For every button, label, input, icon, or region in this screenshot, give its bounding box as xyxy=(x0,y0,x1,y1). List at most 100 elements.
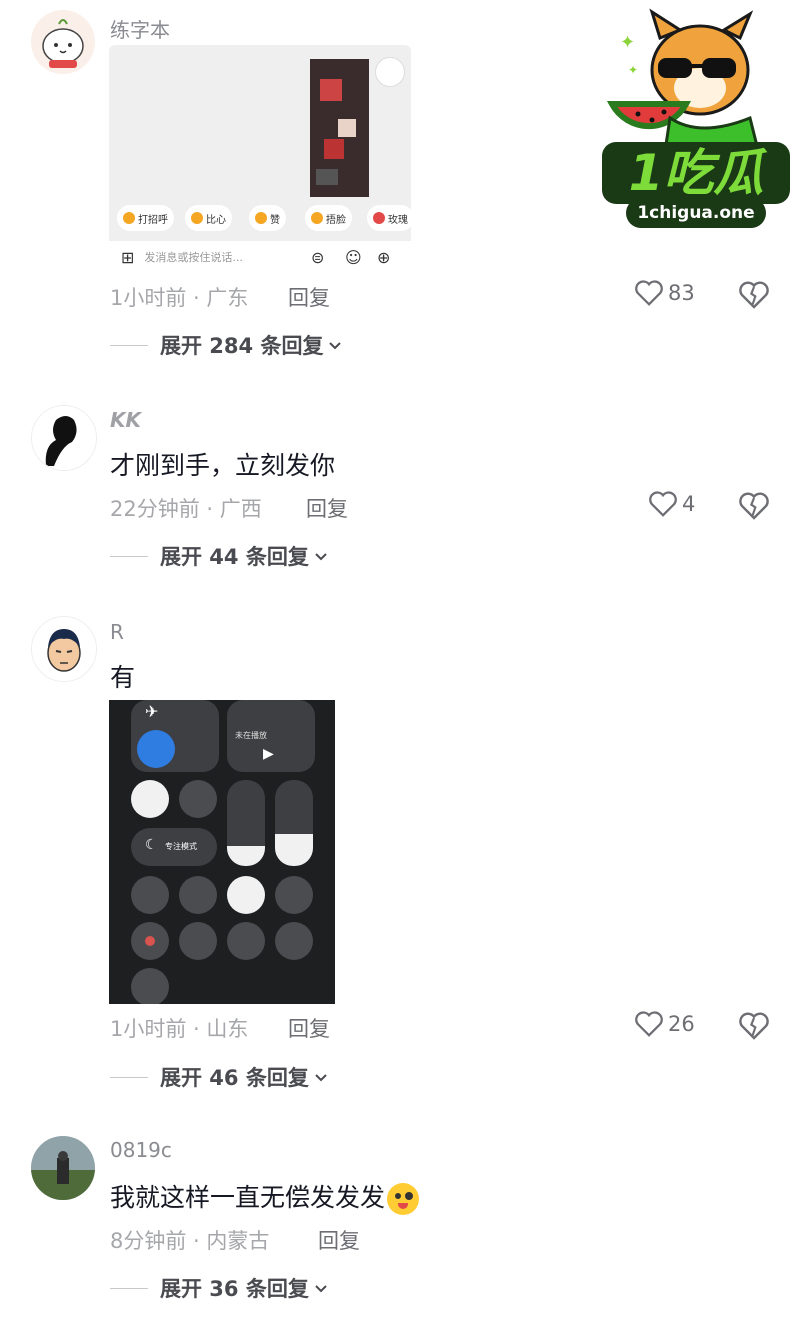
emoji-icon xyxy=(191,212,203,224)
airplane-icon: ✈ xyxy=(145,702,159,721)
chevron-down-icon xyxy=(329,342,342,350)
comment-item: 0819c 我就这样一直无偿发发发 8分钟前 · 内蒙古 回复 展开 36 条回… xyxy=(0,1134,800,1319)
svg-text:✦: ✦ xyxy=(620,32,635,53)
reply-button[interactable]: 回复 xyxy=(288,1013,330,1043)
expand-replies-label: 展开 36 条回复 xyxy=(160,1277,309,1301)
moon-icon: ☾ xyxy=(145,837,158,853)
wifi-icon xyxy=(137,730,175,768)
torch-icon xyxy=(275,876,313,914)
heart-icon xyxy=(635,280,663,306)
battery-icon xyxy=(179,922,217,960)
volume-slider xyxy=(275,780,313,866)
comment-text: 我就这样一直无偿发发发 xyxy=(110,1178,420,1215)
signal-icon xyxy=(131,968,169,1004)
divider xyxy=(110,1076,148,1078)
quick-reply-chip: 比心 xyxy=(185,205,232,231)
expand-replies-button[interactable]: 展开 46 条回复 xyxy=(110,1062,329,1092)
focus-mode-tile: ☾ 专注模式 xyxy=(131,828,217,866)
watermark-url: 1chigua.one xyxy=(626,198,766,228)
comment-meta: 1小时前 · 广东 xyxy=(110,286,249,310)
avatar[interactable] xyxy=(31,405,97,471)
plus-icon: ⊕ xyxy=(377,247,391,267)
reply-button[interactable]: 回复 xyxy=(318,1225,360,1255)
expand-replies-label: 展开 44 条回复 xyxy=(160,545,309,569)
broken-heart-icon[interactable] xyxy=(738,280,770,310)
reply-button[interactable]: 回复 xyxy=(306,493,348,523)
mini-avatar xyxy=(375,57,405,87)
emoji-icon xyxy=(387,1183,420,1215)
expand-replies-label: 展开 46 条回复 xyxy=(160,1066,309,1090)
comment-text-content: 我就这样一直无偿发发发 xyxy=(110,1183,386,1212)
expand-replies-button[interactable]: 展开 284 条回复 xyxy=(110,330,343,360)
quick-reply-chip: 赞 xyxy=(249,205,286,231)
comment-text: 有 xyxy=(110,663,136,692)
chevron-down-icon xyxy=(315,1285,327,1293)
comment-image[interactable]: 打招呼 比心 赞 捂脸 玫瑰 ⊞ 发消息或按住说话... ⊜ ☺ ⊕ xyxy=(109,45,411,273)
brightness-slider xyxy=(227,780,265,866)
like-button[interactable]: 83 xyxy=(634,279,695,307)
quick-reply-chip: 打招呼 xyxy=(117,205,174,231)
comment-username[interactable]: 练字本 xyxy=(110,14,170,43)
comment-username[interactable]: KK xyxy=(110,408,141,432)
avatar-cartoon-icon xyxy=(31,10,95,74)
watermark-logo: ✦ ✦ 1吃瓜 1chigua.one xyxy=(600,8,792,238)
volume-fill xyxy=(275,834,313,866)
comment-meta: 22分钟前 · 广西 xyxy=(110,497,262,521)
reply-button[interactable]: 回复 xyxy=(288,282,330,312)
divider xyxy=(110,555,148,557)
like-count: 4 xyxy=(682,492,696,516)
qr-scanner-icon xyxy=(179,876,217,914)
quick-reply-chip: 捂脸 xyxy=(305,205,352,231)
comment-text: 才刚到手，立刻发你 xyxy=(110,451,336,480)
dark-mode-icon xyxy=(227,876,265,914)
expand-replies-button[interactable]: 展开 36 条回复 xyxy=(110,1273,329,1303)
heart-icon xyxy=(649,491,677,517)
avatar-silhouette-icon xyxy=(32,406,96,470)
chevron-down-icon xyxy=(315,553,327,561)
divider xyxy=(110,1287,148,1289)
voice-icon: ⊜ xyxy=(311,247,325,267)
broken-heart-icon[interactable] xyxy=(738,1011,770,1041)
divider xyxy=(110,344,148,346)
emoji-face-icon: ☺ xyxy=(345,247,362,267)
like-button[interactable]: 26 xyxy=(634,1010,695,1038)
svg-text:✦: ✦ xyxy=(628,63,638,77)
expand-replies-button[interactable]: 展开 44 条回复 xyxy=(110,541,329,571)
expand-replies-label: 展开 284 条回复 xyxy=(160,334,324,358)
watermark-title: 1吃瓜 xyxy=(628,144,764,202)
comment-username[interactable]: R xyxy=(110,620,124,644)
video-thumbnail xyxy=(310,59,369,197)
comment-username[interactable]: 0819c xyxy=(110,1138,172,1162)
avatar-cartoon-face-icon xyxy=(32,617,96,681)
image-icon xyxy=(275,922,313,960)
like-count: 83 xyxy=(668,281,695,305)
avatar[interactable] xyxy=(31,10,95,74)
avatar[interactable] xyxy=(31,1136,95,1200)
chat-input-bar: ⊞ 发消息或按住说话... ⊜ ☺ ⊕ xyxy=(109,241,411,273)
rose-icon xyxy=(373,212,385,224)
comment-meta: 1小时前 · 山东 xyxy=(110,1017,249,1041)
chevron-down-icon xyxy=(315,1074,327,1082)
emoji-icon xyxy=(123,212,135,224)
comment-meta: 8分钟前 · 内蒙古 xyxy=(110,1229,270,1253)
comment-image[interactable]: ✈ 未在播放 ▶ ☾ 专注模式 xyxy=(109,700,335,1004)
focus-mode-label: 专注模式 xyxy=(165,842,197,851)
emoji-icon xyxy=(255,212,267,224)
like-button[interactable]: 4 xyxy=(648,490,695,518)
now-playing-label: 未在播放 xyxy=(235,731,267,740)
screen-mirror-icon xyxy=(179,780,217,818)
avatar[interactable] xyxy=(31,616,97,682)
apps-icon: ⊞ xyxy=(121,247,135,267)
heart-icon xyxy=(635,1011,663,1037)
brightness-fill xyxy=(227,846,265,866)
flashlight-icon xyxy=(131,876,169,914)
like-count: 26 xyxy=(668,1012,695,1036)
chat-input-placeholder: 发消息或按住说话... xyxy=(144,251,243,264)
comment-item: KK 才刚到手，立刻发你 22分钟前 · 广西 回复 4 展开 44 条回复 xyxy=(0,400,800,600)
scan-text-icon xyxy=(227,922,265,960)
rotation-lock-icon xyxy=(131,780,169,818)
play-icon: ▶ xyxy=(263,746,274,762)
broken-heart-icon[interactable] xyxy=(738,491,770,521)
record-icon xyxy=(131,922,169,960)
avatar-photo-icon xyxy=(31,1136,95,1200)
